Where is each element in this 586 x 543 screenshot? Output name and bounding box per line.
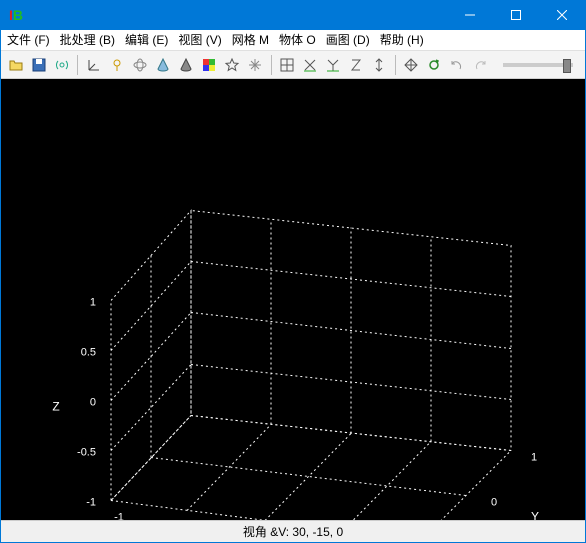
menubar: 文件 (F) 批处理 (B) 编辑 (E) 视图 (V) 网格 M 物体 O 画… xyxy=(1,30,585,52)
axes-3d: -1 -0.5 0 0.5 1 Z -1 -0.5 0 0.5 1 X -1 0… xyxy=(1,79,585,520)
menu-plot[interactable]: 画图 (D) xyxy=(326,31,370,48)
separator xyxy=(271,55,272,75)
menu-mesh[interactable]: 网格 M xyxy=(232,31,269,48)
app-logo: IB xyxy=(9,7,23,23)
separator xyxy=(77,55,78,75)
light-icon[interactable] xyxy=(106,53,127,77)
star-icon[interactable] xyxy=(221,53,242,77)
move-icon[interactable] xyxy=(401,53,422,77)
menu-file[interactable]: 文件 (F) xyxy=(7,31,50,48)
sparkle-icon[interactable] xyxy=(244,53,265,77)
redo-icon[interactable] xyxy=(470,53,491,77)
titlebar: IB xyxy=(1,1,585,30)
menu-help[interactable]: 帮助 (H) xyxy=(380,31,424,48)
save-icon[interactable] xyxy=(28,53,49,77)
status-text: 视角 &V: 30, -15, 0 xyxy=(243,523,343,540)
svg-text:-1: -1 xyxy=(86,497,96,509)
undo-icon[interactable] xyxy=(447,53,468,77)
app-window: IB 文件 (F) 批处理 (B) 编辑 (E) 视图 (V) 网格 M 物体 … xyxy=(0,0,586,543)
menu-batch[interactable]: 批处理 (B) xyxy=(60,31,115,48)
svg-text:0: 0 xyxy=(491,497,497,509)
menu-edit[interactable]: 编辑 (E) xyxy=(125,31,168,48)
palette-icon[interactable] xyxy=(198,53,219,77)
minimize-button[interactable] xyxy=(447,1,493,30)
axes-icon[interactable] xyxy=(83,53,104,77)
y-axis-icon[interactable] xyxy=(323,53,344,77)
updown-icon[interactable] xyxy=(369,53,390,77)
close-button[interactable] xyxy=(539,1,585,30)
svg-text:1: 1 xyxy=(531,452,537,464)
wireframe-icon[interactable] xyxy=(129,53,150,77)
z-axis-icon[interactable] xyxy=(346,53,367,77)
antenna-icon[interactable] xyxy=(51,53,72,77)
open-icon[interactable] xyxy=(5,53,26,77)
maximize-button[interactable] xyxy=(493,1,539,30)
toolbar xyxy=(1,51,585,79)
zoom-slider[interactable] xyxy=(503,63,573,67)
svg-text:-1: -1 xyxy=(114,512,124,521)
statusbar: 视角 &V: 30, -15, 0 xyxy=(1,520,585,542)
plot-viewport[interactable]: -1 -0.5 0 0.5 1 Z -1 -0.5 0 0.5 1 X -1 0… xyxy=(1,79,585,520)
z-axis-label: Z xyxy=(52,400,59,414)
rotate-icon[interactable] xyxy=(424,53,445,77)
x-axis-icon[interactable] xyxy=(299,53,320,77)
menu-view[interactable]: 视图 (V) xyxy=(178,31,221,48)
y-axis-label: Y xyxy=(531,510,539,521)
svg-text:0.5: 0.5 xyxy=(81,347,96,359)
menu-object[interactable]: 物体 O xyxy=(279,31,316,48)
cone-icon[interactable] xyxy=(152,53,173,77)
svg-text:0: 0 xyxy=(90,397,96,409)
svg-text:-0.5: -0.5 xyxy=(77,447,96,459)
svg-text:1: 1 xyxy=(90,297,96,309)
separator xyxy=(395,55,396,75)
grid-icon[interactable] xyxy=(276,53,297,77)
solid-cone-icon[interactable] xyxy=(175,53,196,77)
